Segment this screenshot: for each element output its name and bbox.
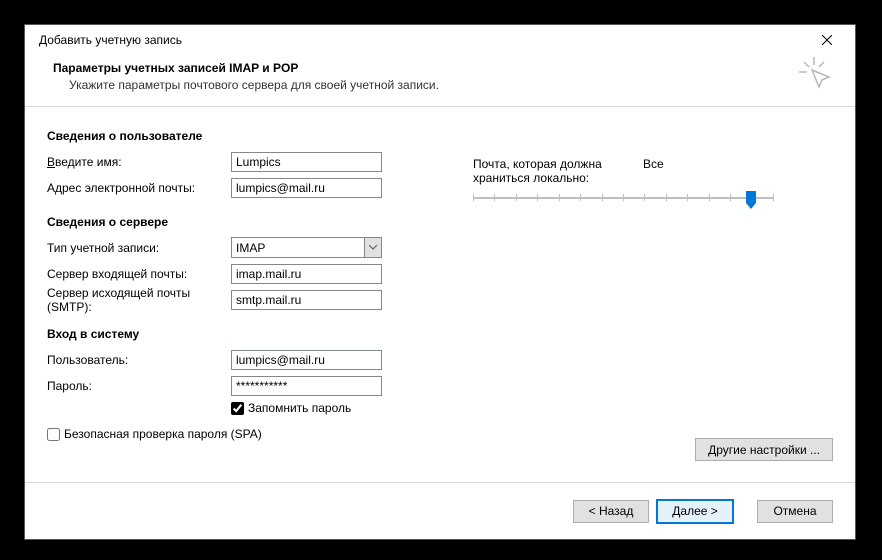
close-icon: [822, 35, 832, 45]
next-button[interactable]: Далее >: [657, 500, 733, 523]
server-section-title: Сведения о сервере: [47, 215, 447, 229]
login-section-title: Вход в систему: [47, 327, 447, 341]
header-subtitle: Укажите параметры почтового сервера для …: [53, 78, 827, 92]
account-type-value: IMAP: [232, 241, 364, 255]
slider-thumb[interactable]: [746, 191, 756, 209]
titlebar: Добавить учетную запись: [25, 25, 855, 55]
right-column: Почта, которая должна храниться локально…: [447, 129, 833, 441]
account-type-label: Тип учетной записи:: [47, 241, 231, 255]
more-settings-wrap: Другие настройки ...: [695, 438, 833, 461]
header-title: Параметры учетных записей IMAP и POP: [53, 61, 827, 75]
slider-label: Почта, которая должна храниться локально…: [473, 157, 633, 185]
user-section-title: Сведения о пользователе: [47, 129, 447, 143]
incoming-server-label: Сервер входящей почты:: [47, 267, 231, 281]
left-column: Сведения о пользователе Введите имя: Адр…: [47, 129, 447, 441]
username-label: Пользователь:: [47, 353, 231, 367]
account-type-select[interactable]: IMAP: [231, 237, 382, 258]
chevron-down-icon: [364, 238, 381, 257]
spa-label[interactable]: Безопасная проверка пароля (SPA): [64, 427, 262, 441]
password-input[interactable]: [231, 376, 382, 396]
name-input[interactable]: [231, 152, 382, 172]
email-input[interactable]: [231, 178, 382, 198]
window-title: Добавить учетную запись: [39, 33, 807, 47]
password-label: Пароль:: [47, 379, 231, 393]
slider-label-row: Почта, которая должна храниться локально…: [473, 157, 833, 185]
more-settings-button[interactable]: Другие настройки ...: [695, 438, 833, 461]
username-input[interactable]: [231, 350, 382, 370]
remember-password-row: Запомнить пароль: [47, 401, 447, 415]
cursor-click-icon: [797, 55, 835, 96]
remember-password-label[interactable]: Запомнить пароль: [248, 401, 351, 415]
remember-password-checkbox[interactable]: [231, 402, 244, 415]
body: Сведения о пользователе Введите имя: Адр…: [25, 107, 855, 451]
back-button[interactable]: < Назад: [573, 500, 649, 523]
footer: < Назад Далее > Отмена: [25, 483, 855, 539]
incoming-server-input[interactable]: [231, 264, 382, 284]
spa-checkbox[interactable]: [47, 428, 60, 441]
cancel-button[interactable]: Отмена: [757, 500, 833, 523]
name-label: Введите имя:: [47, 155, 231, 169]
outgoing-server-label: Сервер исходящей почты (SMTP):: [47, 286, 231, 314]
outgoing-server-input[interactable]: [231, 290, 382, 310]
email-label: Адрес электронной почты:: [47, 181, 231, 195]
spa-row: Безопасная проверка пароля (SPA): [47, 427, 447, 441]
header: Параметры учетных записей IMAP и POP Ука…: [25, 55, 855, 107]
mail-local-slider[interactable]: [473, 193, 773, 217]
slider-value: Все: [643, 157, 664, 185]
add-account-dialog: Добавить учетную запись Параметры учетны…: [24, 24, 856, 540]
close-button[interactable]: [807, 26, 847, 54]
